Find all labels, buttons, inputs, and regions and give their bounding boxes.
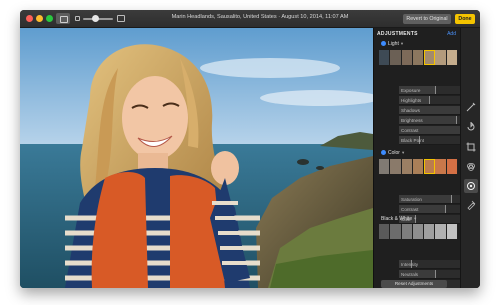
light-slider-knob[interactable] [429, 96, 431, 104]
adjustments-header: ADJUSTMENTS Add [377, 28, 456, 38]
light-slider-label: Highlights [401, 98, 422, 103]
light-slider-knob[interactable] [434, 86, 436, 94]
light-thumb[interactable] [446, 50, 458, 65]
rotate-icon[interactable] [466, 122, 476, 132]
light-slider-label: Contrast [401, 128, 419, 133]
light-thumb[interactable] [412, 50, 425, 65]
done-button[interactable]: Done [455, 14, 475, 24]
title-bar: Marin Headlands, Sausalito, United State… [20, 10, 480, 28]
color-thumb[interactable] [390, 159, 402, 174]
light-slider-label: Shadows [401, 108, 420, 113]
zoom-slider-thumb[interactable] [92, 15, 99, 22]
light-thumb[interactable] [390, 50, 402, 65]
bw-section-header[interactable]: Black & White ▾ [381, 216, 416, 222]
bw-slider-label: Neutrals [401, 272, 419, 277]
bw-thumb[interactable] [446, 224, 458, 239]
color-thumb[interactable] [401, 159, 413, 174]
minimize-window-button[interactable] [36, 15, 43, 22]
adjust-icon [467, 182, 475, 190]
bw-thumb[interactable] [412, 224, 425, 239]
light-expand-icon[interactable]: ▾ [401, 41, 403, 46]
light-thumb[interactable] [435, 50, 447, 65]
reset-adjustments-button[interactable]: Reset Adjustments [381, 280, 447, 288]
bw-slider-knob[interactable] [434, 270, 436, 278]
sidebar-toggle-icon[interactable] [56, 13, 70, 24]
close-window-button[interactable] [26, 15, 33, 22]
light-slider-label: Black Point [401, 138, 424, 143]
photo-canvas[interactable] [20, 28, 373, 288]
retouch-icon[interactable] [466, 200, 476, 210]
photos-window: Marin Headlands, Sausalito, United State… [20, 10, 480, 288]
fullscreen-window-button[interactable] [46, 15, 53, 22]
color-thumb[interactable] [412, 159, 425, 174]
bw-thumb[interactable] [401, 224, 413, 239]
color-section-header[interactable]: Color ▾ [381, 150, 404, 156]
light-section-header[interactable]: Light ▾ [381, 41, 403, 47]
revert-to-original-button[interactable]: Revert to Original [403, 14, 451, 24]
light-enabled-icon[interactable] [381, 41, 386, 46]
color-section-title: Color [388, 150, 400, 156]
color-expand-icon[interactable]: ▾ [402, 150, 404, 155]
photo-image [20, 28, 373, 288]
light-thumbnail-strip[interactable] [379, 50, 458, 65]
zoom-out-icon [75, 16, 80, 21]
magic-wand-icon[interactable] [466, 102, 476, 112]
light-slider-label: Exposure [401, 88, 421, 93]
bw-expand-icon[interactable]: ▾ [414, 216, 416, 221]
light-slider-label: Brightness [401, 118, 423, 123]
light-thumb[interactable] [379, 50, 391, 65]
color-thumb-selected[interactable] [424, 159, 436, 174]
color-slider-knob[interactable] [444, 205, 446, 213]
light-slider-knob[interactable] [455, 116, 457, 124]
light-section-title: Light [388, 41, 399, 47]
color-thumbnail-strip[interactable] [379, 159, 458, 174]
filters-icon[interactable] [466, 162, 476, 172]
color-thumb[interactable] [446, 159, 458, 174]
zoom-in-icon [117, 15, 125, 22]
adjust-tool-selected[interactable] [464, 179, 478, 193]
add-adjustment-button[interactable]: Add [447, 31, 456, 37]
bw-section-title: Black & White [381, 216, 413, 222]
color-slider-knob[interactable] [451, 195, 453, 203]
color-thumb[interactable] [435, 159, 447, 174]
bw-thumb[interactable] [379, 224, 391, 239]
bw-thumbnail-strip[interactable] [379, 224, 458, 239]
color-thumb[interactable] [379, 159, 391, 174]
window-title: Marin Headlands, Sausalito, United State… [171, 14, 349, 20]
bw-thumb[interactable] [424, 224, 436, 239]
color-enabled-icon[interactable] [381, 150, 386, 155]
color-slider-label: Contrast [401, 207, 419, 212]
bw-thumb[interactable] [390, 224, 402, 239]
edit-tools-strip [460, 28, 480, 288]
bw-thumb[interactable] [435, 224, 447, 239]
bw-slider-label: Intensity [401, 262, 419, 267]
light-thumb-selected[interactable] [424, 50, 436, 65]
light-thumb[interactable] [401, 50, 413, 65]
color-slider-label: Saturation [401, 197, 422, 202]
crop-icon[interactable] [466, 142, 476, 152]
adjustments-title: ADJUSTMENTS [377, 31, 418, 37]
